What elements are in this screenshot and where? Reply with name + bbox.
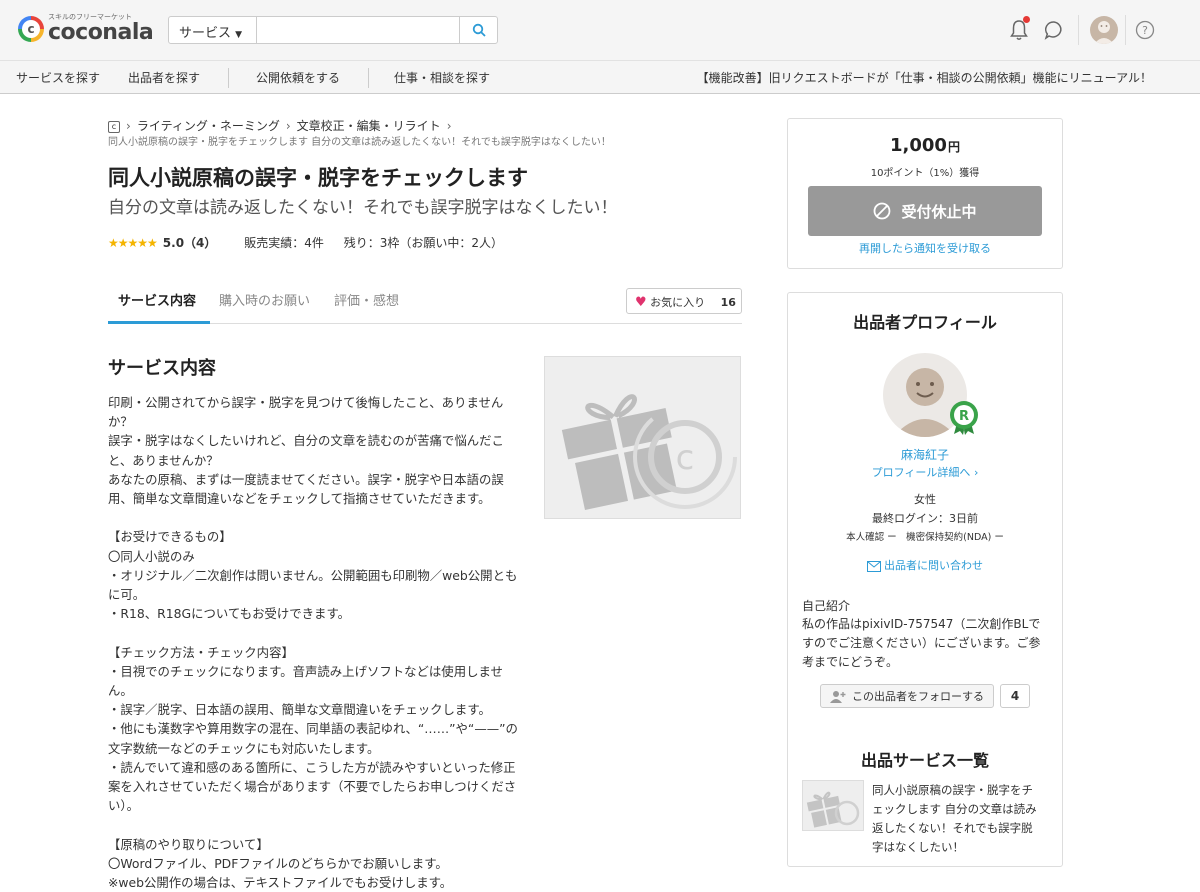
- heart-icon: ♥: [635, 295, 647, 310]
- follow-seller-button[interactable]: この出品者をフォローする: [820, 684, 994, 708]
- gift-icon: [806, 791, 860, 828]
- status-closed-button: 受付休止中: [808, 186, 1042, 236]
- add-user-icon: [830, 690, 846, 703]
- self-intro-label: 自己紹介: [802, 599, 851, 613]
- svg-text:?: ?: [1142, 24, 1148, 37]
- search-icon: [472, 23, 486, 37]
- star-rating-icon: ★★★★★: [108, 236, 158, 250]
- bell-icon[interactable]: [1007, 16, 1031, 42]
- self-intro-text: 私の作品はpixivID-757547（二次創作BLですのでご注意ください）にご…: [802, 617, 1041, 669]
- coconala-logo[interactable]: c スキルのフリーマーケット coconala: [18, 12, 154, 48]
- service-title: 同人小説原稿の誤字・脱字をチェックします: [108, 166, 528, 190]
- service-list-thumbnail[interactable]: [802, 780, 864, 831]
- prohibited-icon: [874, 202, 891, 220]
- verification-status: 本人確認 ー 機密保持契約(NDA) ー: [846, 532, 1004, 543]
- price-card: 1,000円 10ポイント（1%）獲得 受付休止中 再開したら通知を受け取る: [787, 118, 1063, 269]
- user-avatar[interactable]: [1090, 16, 1118, 44]
- active-tab-indicator: [108, 321, 210, 324]
- service-list-heading: 出品サービス一覧: [860, 751, 989, 770]
- chevron-right-icon: ›: [973, 466, 979, 479]
- notification-dot: [1023, 16, 1030, 23]
- breadcrumb: c › ライティング・ネーミング › 文章校正・編集・リライト ›: [108, 117, 458, 134]
- logo-text: coconala: [48, 20, 154, 45]
- gift-icon: c: [561, 394, 737, 510]
- breadcrumb-current: 同人小説原稿の誤字・脱字をチェックします 自分の文章は読み返したくない！それでも…: [108, 137, 611, 148]
- tab-service-content[interactable]: サービス内容: [118, 290, 196, 309]
- seller-gender: 女性: [914, 493, 936, 506]
- svg-text:R: R: [959, 409, 969, 424]
- rank-badge-icon: R: [946, 399, 982, 435]
- help-icon[interactable]: ?: [1133, 18, 1157, 42]
- header-divider: [1078, 15, 1079, 45]
- tab-reviews[interactable]: 評価・感想: [334, 290, 399, 309]
- follower-count: 4: [1000, 684, 1030, 708]
- profile-heading: 出品者プロフィール: [853, 313, 997, 332]
- nav-divider: [228, 68, 229, 88]
- breadcrumb-item[interactable]: 文章校正・編集・リライト: [297, 119, 441, 133]
- profile-detail-link[interactable]: プロフィール詳細へ ›: [788, 464, 1062, 480]
- last-login: 最終ログイン：3日前: [872, 512, 978, 525]
- search-category-select[interactable]: サービス ▼: [169, 17, 257, 43]
- section-heading: サービス内容: [108, 358, 216, 379]
- contact-seller-link[interactable]: 出品者に問い合わせ: [788, 557, 1062, 573]
- nav-find-job[interactable]: 仕事・相談を探す: [394, 69, 490, 86]
- nav-divider: [368, 68, 369, 88]
- site-header: c スキルのフリーマーケット coconala サービス ▼ ?: [0, 0, 1200, 60]
- mail-icon: [867, 560, 881, 572]
- main-nav: サービスを探す 出品者を探す 公開依頼をする 仕事・相談を探す 【機能改善】旧リ…: [0, 60, 1200, 94]
- search-bar: サービス ▼: [168, 16, 498, 44]
- nav-post-request[interactable]: 公開依頼をする: [256, 69, 340, 86]
- points-earned: 10ポイント（1%）獲得: [870, 168, 980, 179]
- svg-text:c: c: [676, 438, 695, 478]
- logo-mark-icon: c: [18, 16, 44, 42]
- rating-score[interactable]: 5.0（4）: [163, 236, 217, 250]
- rating-row: ★★★★★ 5.0（4） 販売実績：4件 残り：3枠（お願い中：2人）: [108, 234, 503, 251]
- seller-profile-card: 出品者プロフィール R 麻海紅子 プロフィール詳細へ › 女性 最終ログイン：3…: [787, 292, 1063, 867]
- tab-purchase-notes[interactable]: 購入時のお願い: [219, 290, 310, 309]
- favorite-button[interactable]: ♥ お気に入り 16: [626, 288, 742, 314]
- breadcrumb-item[interactable]: ライティング・ネーミング: [137, 119, 280, 133]
- search-input[interactable]: [257, 17, 459, 43]
- notify-on-reopen-link[interactable]: 再開したら通知を受け取る: [788, 240, 1062, 256]
- header-divider: [1125, 15, 1126, 45]
- nav-find-service[interactable]: サービスを探す: [16, 69, 100, 86]
- service-subtitle: 自分の文章は読み返したくない！それでも誤字脱字はなくしたい！: [108, 198, 618, 218]
- search-button[interactable]: [459, 17, 497, 43]
- remaining-slots: 残り：3枠（お願い中：2人）: [343, 236, 503, 250]
- favorite-label: お気に入り: [650, 296, 706, 309]
- service-description: 印刷・公開されてから誤字・脱字を見つけて後悔したこと、ありませんか？ 誤字・脱字…: [108, 395, 518, 891]
- sales-count: 販売実績：4件: [244, 236, 324, 250]
- nav-find-seller[interactable]: 出品者を探す: [128, 69, 200, 86]
- service-list-item[interactable]: 同人小説原稿の誤字・脱字をチェックします 自分の文章は読み返したくない！それでも…: [872, 781, 1044, 857]
- price: 1,000円: [890, 135, 960, 156]
- seller-name[interactable]: 麻海紅子: [788, 446, 1062, 463]
- chat-icon[interactable]: [1042, 18, 1066, 42]
- service-thumbnail[interactable]: c: [544, 356, 741, 519]
- nav-news-link[interactable]: 【機能改善】旧リクエストボードが「仕事・相談の公開依頼」機能にリニューアル！: [697, 69, 1152, 86]
- favorite-count: 16: [720, 296, 736, 309]
- home-icon[interactable]: c: [108, 120, 120, 133]
